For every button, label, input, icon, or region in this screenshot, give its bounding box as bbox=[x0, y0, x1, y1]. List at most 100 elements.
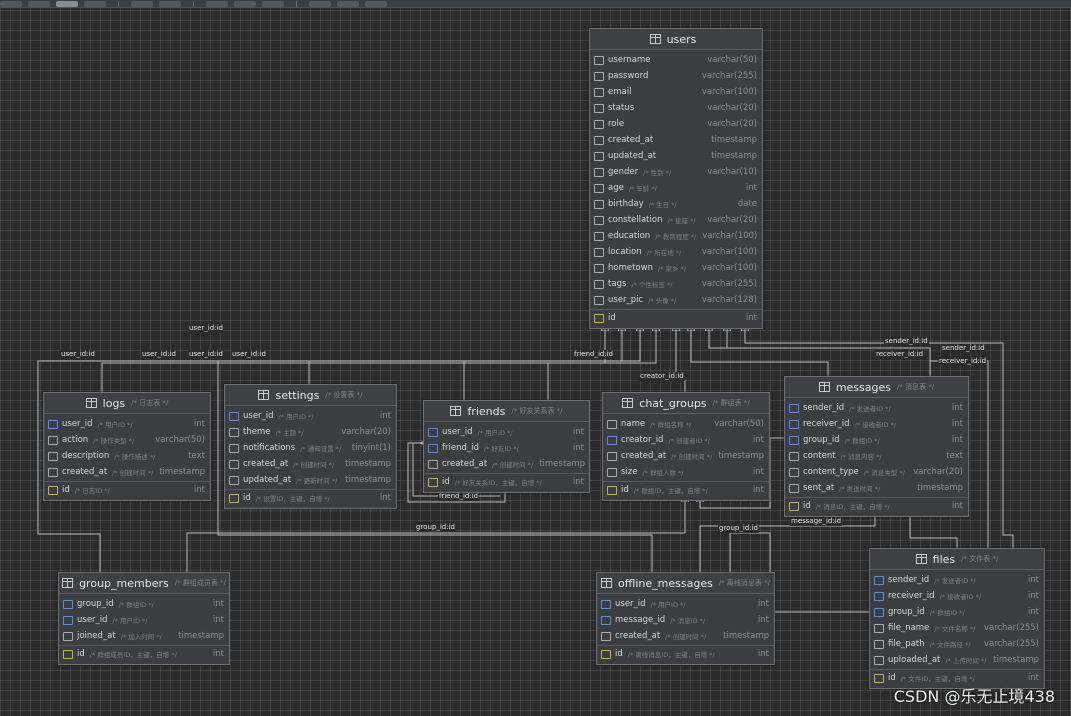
entity-header[interactable]: chat_groups /* 群组表 */ bbox=[603, 393, 769, 414]
column-name: updated_at bbox=[608, 151, 657, 161]
column-row[interactable]: name /* 群组名称 */ varchar(50) bbox=[603, 416, 769, 432]
entity-comment: /* 文件表 */ bbox=[961, 555, 999, 563]
relation-label: user_id:id bbox=[141, 350, 177, 359]
column-list: group_id /* 群组ID */ int user_id /* 用户ID */ in… bbox=[59, 594, 229, 664]
column-row[interactable]: sender_id /* 发送者ID */ int bbox=[870, 572, 1044, 588]
entity-logs[interactable]: logs /* 日志表 */ user_id /* 用户ID */ int actio… bbox=[43, 392, 211, 501]
column-row[interactable]: user_id /* 用户ID */ int bbox=[225, 408, 396, 424]
column-row[interactable]: created_at timestamp bbox=[590, 132, 762, 148]
entity-offline-messages[interactable]: offline_messages /* 离线消息表 */ user_id /* 用… bbox=[596, 572, 775, 665]
column-row[interactable]: gender /* 性别 */ varchar(10) bbox=[590, 164, 762, 180]
entity-settings[interactable]: settings /* 设置表 */ user_id /* 用户ID */ int t… bbox=[224, 384, 397, 509]
column-row[interactable]: file_path /* 文件路径 */ varchar(255) bbox=[870, 636, 1044, 652]
primary-key-row[interactable]: id /* 离线消息ID，主键，自增 */ int bbox=[597, 645, 774, 662]
column-row[interactable]: role varchar(20) bbox=[590, 116, 762, 132]
primary-key-row[interactable]: id /* 设置ID，主键，自增 */ int bbox=[225, 489, 396, 506]
entity-header[interactable]: settings /* 设置表 */ bbox=[225, 385, 396, 406]
column-comment: /* 创建时间 */ bbox=[112, 469, 154, 477]
primary-key-row[interactable]: id /* 好友关系ID，主键，自增 */ int bbox=[424, 473, 589, 490]
column-row[interactable]: description /* 操作描述 */ text bbox=[44, 448, 210, 464]
column-comment: /* 文件名称 */ bbox=[934, 625, 976, 633]
column-row[interactable]: hometown /* 家乡 */ varchar(100) bbox=[590, 260, 762, 276]
column-row[interactable]: notifications /* 通知设置 */ tinyint(1) bbox=[225, 440, 396, 456]
column-row[interactable]: action /* 操作类型 */ varchar(50) bbox=[44, 432, 210, 448]
entity-header[interactable]: logs /* 日志表 */ bbox=[44, 393, 210, 414]
column-row[interactable]: updated_at timestamp bbox=[590, 148, 762, 164]
column-row[interactable]: user_id /* 用户ID */ int bbox=[44, 416, 210, 432]
column-type: varchar(50) bbox=[707, 55, 757, 65]
primary-key-row[interactable]: id /* 消息ID，主键，自增 */ int bbox=[785, 497, 968, 514]
column-row[interactable]: email varchar(100) bbox=[590, 84, 762, 100]
entity-header[interactable]: messages /* 消息表 */ bbox=[785, 377, 968, 398]
entity-friends[interactable]: friends /* 好友关系表 */ user_id /* 用户ID */ int… bbox=[423, 400, 590, 493]
column-row[interactable]: user_pic /* 头像 */ varchar(128) bbox=[590, 292, 762, 308]
column-row[interactable]: receiver_id /* 接收者ID */ int bbox=[785, 416, 968, 432]
entity-users[interactable]: users username varchar(50) password varchar… bbox=[589, 28, 763, 329]
relation-label: message_id:id bbox=[790, 517, 843, 526]
column-row[interactable]: updated_at /* 更新时间 */ timestamp bbox=[225, 472, 396, 488]
column-row[interactable]: message_id /* 消息ID */ int bbox=[597, 612, 774, 628]
column-row[interactable]: birthday /* 生日 */ date bbox=[590, 196, 762, 212]
column-row[interactable]: location /* 所在地 */ varchar(100) bbox=[590, 244, 762, 260]
column-comment: /* 个性标签 */ bbox=[631, 281, 673, 289]
column-row[interactable]: created_at /* 创建时间 */ timestamp bbox=[603, 448, 769, 464]
column-row[interactable]: created_at /* 创建时间 */ timestamp bbox=[225, 456, 396, 472]
entity-comment: /* 群组成员表 */ bbox=[174, 579, 226, 587]
column-row[interactable]: group_id /* 群组ID */ int bbox=[870, 604, 1044, 620]
entity-header[interactable]: group_members /* 群组成员表 */ bbox=[59, 573, 229, 594]
primary-key-row[interactable]: id /* 群组ID，主键，自增 */ int bbox=[603, 481, 769, 498]
column-row[interactable]: uploaded_at /* 上传时间 */ timestamp bbox=[870, 652, 1044, 668]
primary-key-icon bbox=[63, 649, 73, 659]
column-row[interactable]: creator_id /* 创建者ID */ int bbox=[603, 432, 769, 448]
column-row[interactable]: theme /* 主题 */ varchar(20) bbox=[225, 424, 396, 440]
column-row[interactable]: user_id /* 用户ID */ int bbox=[597, 596, 774, 612]
column-list: username varchar(50) password varchar(255) e… bbox=[590, 50, 762, 328]
column-row[interactable]: content_type /* 消息类型 */ varchar(20) bbox=[785, 464, 968, 480]
column-row[interactable]: sender_id /* 发送者ID */ int bbox=[785, 400, 968, 416]
column-row[interactable]: user_id /* 用户ID */ int bbox=[424, 424, 589, 440]
entity-chat-groups[interactable]: chat_groups /* 群组表 */ name /* 群组名称 */ varc… bbox=[602, 392, 770, 501]
primary-key-row[interactable]: id int bbox=[590, 309, 762, 326]
column-row[interactable]: username varchar(50) bbox=[590, 52, 762, 68]
column-comment: /* 群组ID */ bbox=[929, 609, 965, 617]
entity-header[interactable]: files /* 文件表 */ bbox=[870, 549, 1044, 570]
column-row[interactable]: created_at /* 创建时间 */ timestamp bbox=[424, 456, 589, 472]
entity-messages[interactable]: messages /* 消息表 */ sender_id /* 发送者ID */ i… bbox=[784, 376, 969, 517]
column-row[interactable]: created_at /* 创建时间 */ timestamp bbox=[44, 464, 210, 480]
column-row[interactable]: constellation /* 星座 */ varchar(20) bbox=[590, 212, 762, 228]
column-name: education bbox=[608, 231, 651, 241]
column-row[interactable]: password varchar(255) bbox=[590, 68, 762, 84]
entity-header[interactable]: friends /* 好友关系表 */ bbox=[424, 401, 589, 422]
column-row[interactable]: receiver_id /* 接收者ID */ int bbox=[870, 588, 1044, 604]
column-row[interactable]: file_name /* 文件名称 */ varchar(255) bbox=[870, 620, 1044, 636]
primary-key-row[interactable]: id /* 群组成员ID，主键，自增 */ int bbox=[59, 645, 229, 662]
column-type: varchar(50) bbox=[714, 419, 764, 429]
column-name: created_at bbox=[621, 451, 667, 461]
primary-key-row[interactable]: id /* 日志ID */ int bbox=[44, 481, 210, 498]
column-row[interactable]: joined_at /* 加入时间 */ timestamp bbox=[59, 628, 229, 644]
relation-label: group_id:id bbox=[718, 524, 759, 533]
entity-header[interactable]: users bbox=[590, 29, 762, 50]
column-row[interactable]: group_id /* 群组ID */ int bbox=[785, 432, 968, 448]
column-row[interactable]: user_id /* 用户ID */ int bbox=[59, 612, 229, 628]
column-row[interactable]: education /* 教育程度 */ varchar(100) bbox=[590, 228, 762, 244]
column-type: date bbox=[737, 199, 757, 209]
column-type: int bbox=[572, 443, 584, 453]
column-row[interactable]: status varchar(20) bbox=[590, 100, 762, 116]
entity-header[interactable]: offline_messages /* 离线消息表 */ bbox=[597, 573, 774, 594]
column-row[interactable]: size /* 群组人数 */ int bbox=[603, 464, 769, 480]
column-row[interactable]: created_at /* 创建时间 */ timestamp bbox=[597, 628, 774, 644]
column-icon bbox=[789, 451, 799, 461]
column-icon bbox=[229, 475, 239, 485]
column-row[interactable]: age /* 年龄 */ int bbox=[590, 180, 762, 196]
entity-group-members[interactable]: group_members /* 群组成员表 */ group_id /* 群组I… bbox=[58, 572, 230, 665]
column-row[interactable]: content /* 消息内容 */ text bbox=[785, 448, 968, 464]
column-icon bbox=[607, 419, 617, 429]
column-row[interactable]: sent_at /* 发送时间 */ timestamp bbox=[785, 480, 968, 496]
entity-files[interactable]: files /* 文件表 */ sender_id/* 发送者ID */int r… bbox=[869, 548, 1045, 689]
foreign-key-column-icon bbox=[789, 419, 799, 429]
column-row[interactable]: tags /* 个性标签 */ varchar(255) bbox=[590, 276, 762, 292]
column-name: status bbox=[608, 103, 635, 113]
column-row[interactable]: friend_id /* 好友ID */ int bbox=[424, 440, 589, 456]
column-row[interactable]: group_id /* 群组ID */ int bbox=[59, 596, 229, 612]
